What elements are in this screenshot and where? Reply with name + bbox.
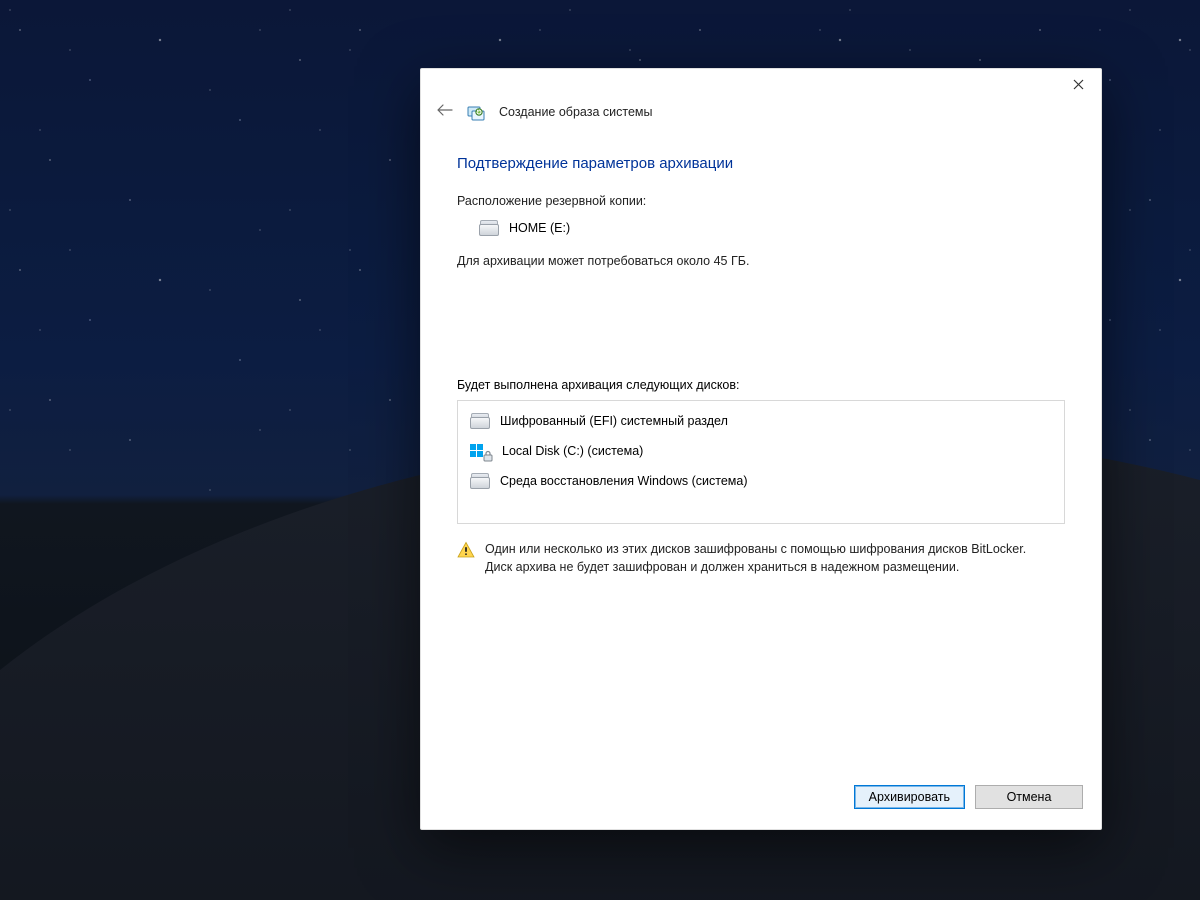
drive-icon	[470, 413, 490, 429]
cancel-button[interactable]: Отмена	[975, 785, 1083, 809]
disks-list-label: Будет выполнена архивация следующих диск…	[457, 378, 1065, 392]
disk-label: Local Disk (C:) (система)	[502, 444, 643, 458]
bitlocker-warning: Один или несколько из этих дисков зашифр…	[457, 540, 1065, 576]
list-item: Local Disk (C:) (система)	[464, 435, 1058, 467]
lock-icon	[482, 450, 494, 462]
backup-location-label: Расположение резервной копии:	[457, 194, 1065, 208]
disk-label: Среда восстановления Windows (система)	[500, 474, 748, 488]
backup-location-name: HOME (E:)	[509, 221, 570, 235]
warning-text: Один или несколько из этих дисков зашифр…	[485, 540, 1035, 576]
drive-icon	[470, 473, 490, 489]
drive-icon	[479, 220, 499, 236]
space-required-text: Для архивации может потребоваться около …	[457, 254, 1065, 268]
close-button[interactable]	[1055, 69, 1101, 99]
back-button[interactable]	[437, 104, 453, 120]
wizard-title: Создание образа системы	[499, 105, 652, 119]
backup-location-row: HOME (E:)	[457, 220, 1065, 236]
desktop-wallpaper: Создание образа системы Подтверждение па…	[0, 0, 1200, 900]
list-item: Среда восстановления Windows (система)	[464, 467, 1058, 495]
system-image-wizard-window: Создание образа системы Подтверждение па…	[420, 68, 1102, 830]
wizard-content: Подтверждение параметров архивации Распо…	[421, 129, 1101, 771]
locked-drive-icon	[470, 441, 492, 461]
wizard-header: Создание образа системы	[421, 101, 1101, 129]
warning-icon	[457, 541, 475, 559]
page-heading: Подтверждение параметров архивации	[457, 155, 1065, 172]
disks-list: Шифрованный (EFI) системный раздел Local…	[457, 400, 1065, 524]
list-item: Шифрованный (EFI) системный раздел	[464, 407, 1058, 435]
disk-label: Шифрованный (EFI) системный раздел	[500, 414, 728, 428]
wizard-footer: Архивировать Отмена	[421, 771, 1101, 829]
arrow-left-icon	[437, 104, 453, 116]
close-icon	[1073, 79, 1084, 90]
system-image-icon	[467, 103, 485, 121]
archive-button[interactable]: Архивировать	[854, 785, 965, 809]
titlebar	[421, 69, 1101, 101]
